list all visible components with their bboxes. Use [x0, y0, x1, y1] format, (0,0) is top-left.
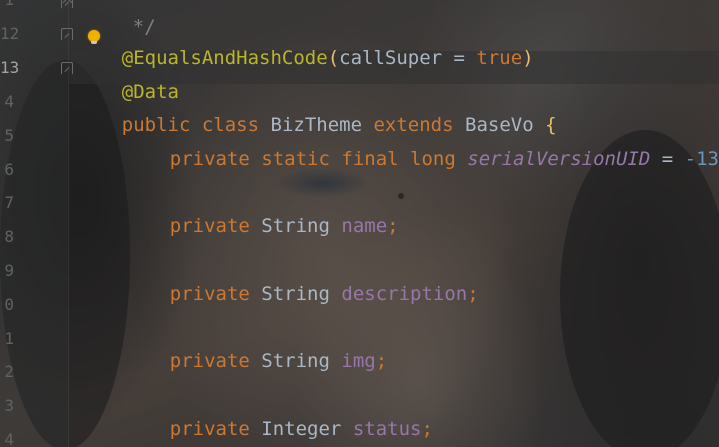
- line-number[interactable]: 7: [0, 193, 14, 213]
- field-name: name: [341, 215, 388, 237]
- line-number[interactable]: 6: [0, 160, 14, 180]
- keyword-static: static: [261, 148, 330, 170]
- paren-open: (: [327, 47, 340, 69]
- keyword-private: private: [169, 350, 250, 372]
- line-number[interactable]: 1: [0, 0, 14, 10]
- keyword-private: private: [169, 215, 250, 237]
- code-line-comment-end[interactable]: */: [87, 0, 156, 38]
- serial-version-value: -1364: [684, 148, 719, 170]
- code-line-field-name[interactable]: private String name;: [124, 190, 399, 237]
- code-line-serial-version[interactable]: private static final long serialVersionU…: [124, 123, 719, 170]
- semicolon: ;: [387, 215, 399, 237]
- intention-bulb-icon[interactable]: [88, 30, 100, 44]
- line-number[interactable]: 9: [0, 261, 14, 281]
- line-number-gutter[interactable]: 1121345678901234: [0, 0, 73, 447]
- type-integer: Integer: [261, 418, 342, 440]
- line-number[interactable]: 3: [0, 396, 14, 416]
- line-number[interactable]: 13: [0, 58, 19, 78]
- keyword-private: private: [169, 283, 250, 305]
- equals-sign: =: [650, 148, 685, 170]
- field-img: img: [341, 350, 376, 372]
- fold-start-icon[interactable]: [61, 28, 73, 40]
- keyword-long: long: [410, 148, 456, 170]
- serial-version-uid-field: serialVersionUID: [467, 148, 651, 170]
- line-number[interactable]: 0: [0, 295, 14, 315]
- keyword-final: final: [341, 148, 399, 170]
- gutter-divider: [68, 0, 69, 447]
- code-line-field-description[interactable]: private String description;: [124, 258, 479, 305]
- code-editor[interactable]: 1121345678901234 */ @EqualsAndHashCode(c…: [0, 0, 719, 447]
- code-line-field-status[interactable]: private Integer status;: [124, 393, 433, 440]
- code-line-class-declaration[interactable]: public class BizTheme extends BaseVo {: [76, 89, 557, 136]
- code-line-data-annotation[interactable]: @Data: [76, 56, 179, 103]
- line-number[interactable]: 2: [0, 362, 14, 382]
- paren-close: ): [522, 47, 534, 69]
- code-line-field-img[interactable]: private String img;: [124, 325, 387, 372]
- type-string: String: [261, 283, 330, 305]
- keyword-private: private: [169, 418, 250, 440]
- line-number[interactable]: 8: [0, 227, 14, 247]
- keyword-private: private: [169, 148, 250, 170]
- true-literal: true: [476, 47, 523, 69]
- line-number[interactable]: 1: [0, 329, 14, 349]
- line-number[interactable]: 4: [0, 92, 14, 112]
- type-string: String: [261, 350, 330, 372]
- field-status: status: [352, 418, 422, 440]
- code-line-equals-annotation[interactable]: @EqualsAndHashCode(callSuper = true): [76, 22, 534, 69]
- equals-sign: =: [442, 47, 477, 69]
- type-string: String: [261, 215, 330, 237]
- line-number[interactable]: 4: [0, 430, 14, 447]
- line-number[interactable]: 12: [0, 24, 19, 44]
- fold-end-icon[interactable]: [61, 0, 73, 8]
- semicolon: ;: [375, 350, 388, 372]
- fold-start-icon[interactable]: [61, 62, 73, 74]
- line-number[interactable]: 5: [0, 126, 14, 146]
- semicolon: ;: [467, 283, 479, 305]
- semicolon: ;: [421, 418, 433, 440]
- annotation-param: callSuper: [339, 47, 443, 69]
- field-description: description: [341, 283, 468, 305]
